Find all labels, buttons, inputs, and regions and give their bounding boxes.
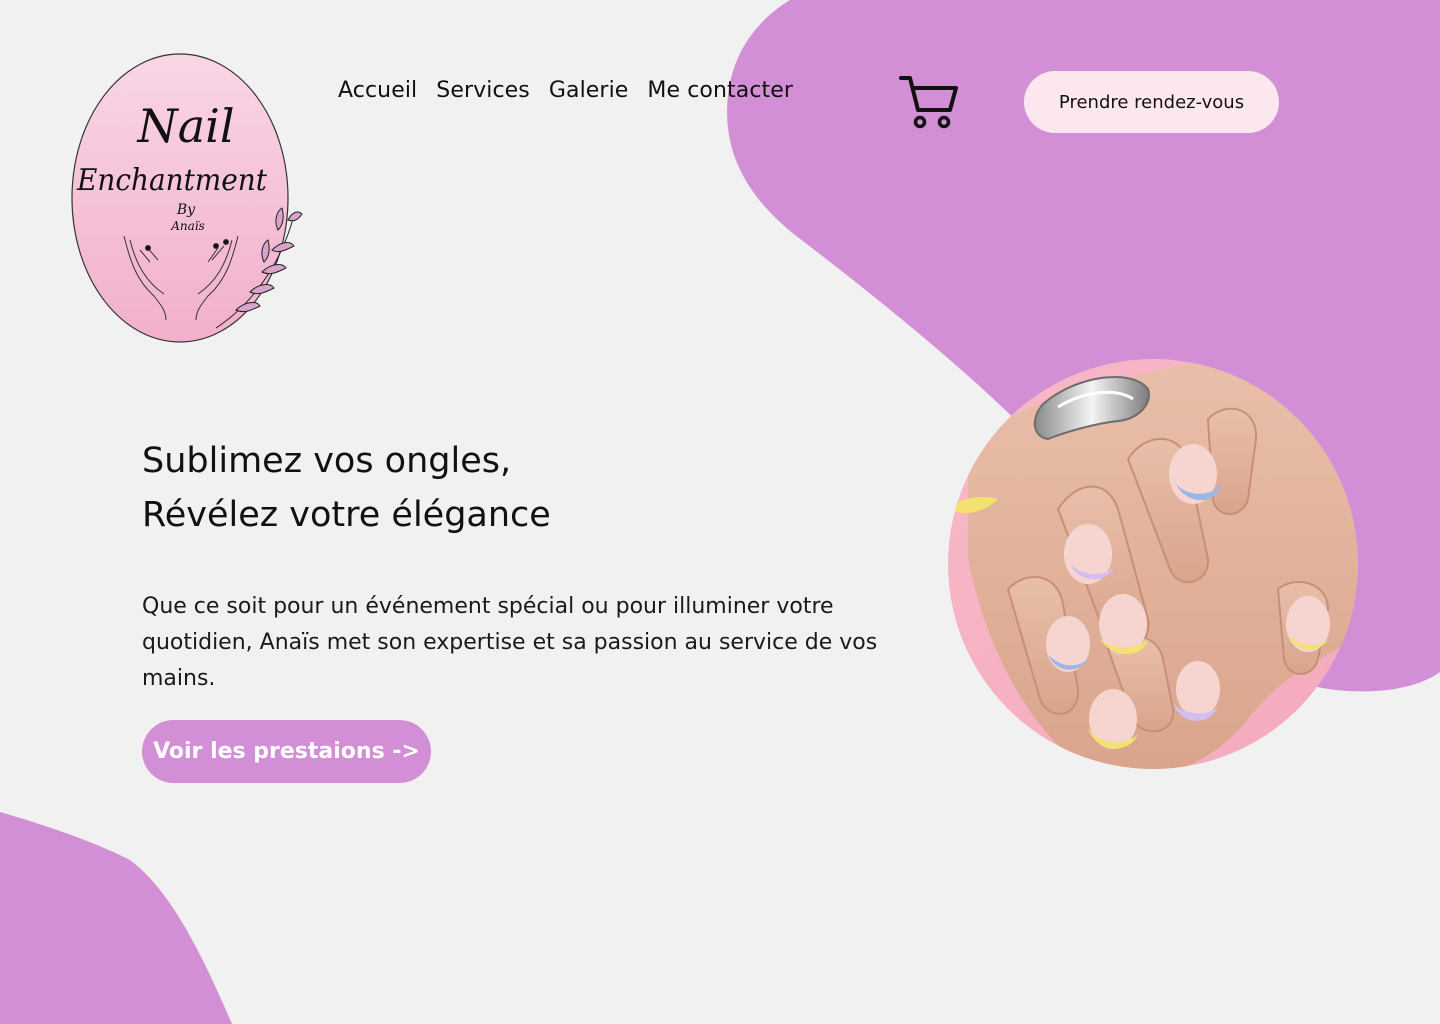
nav-link-services[interactable]: Services	[436, 78, 530, 103]
shopping-cart-icon[interactable]	[898, 72, 960, 132]
view-services-button[interactable]: Voir les prestaions ->	[142, 720, 431, 783]
book-appointment-button[interactable]: Prendre rendez-vous	[1024, 71, 1279, 133]
nav-link-accueil[interactable]: Accueil	[338, 78, 417, 103]
brand-logo[interactable]: Nail Enchantment By Anaïs	[66, 50, 306, 346]
manicured-hands-image	[948, 359, 1358, 769]
nav-link-galerie[interactable]: Galerie	[549, 78, 629, 103]
main-nav: Accueil Services Galerie Me contacter	[338, 78, 793, 103]
nav-link-me-contacter[interactable]: Me contacter	[647, 78, 793, 103]
hero-title-line-2: Révélez votre élégance	[142, 495, 551, 535]
logo-text-anais: Anaïs	[170, 219, 205, 233]
logo-text-nail: Nail	[136, 99, 234, 153]
hero-paragraph: Que ce soit pour un événement spécial ou…	[142, 594, 878, 691]
bottom-left-blob	[0, 812, 232, 1024]
hero-title: Sublimez vos ongles, Révélez votre éléga…	[142, 434, 842, 542]
hero-title-line-1: Sublimez vos ongles,	[142, 441, 512, 481]
logo-oval	[71, 53, 289, 343]
logo-text-by: By	[176, 202, 196, 218]
logo-text-enchantment: Enchantment	[76, 163, 268, 198]
